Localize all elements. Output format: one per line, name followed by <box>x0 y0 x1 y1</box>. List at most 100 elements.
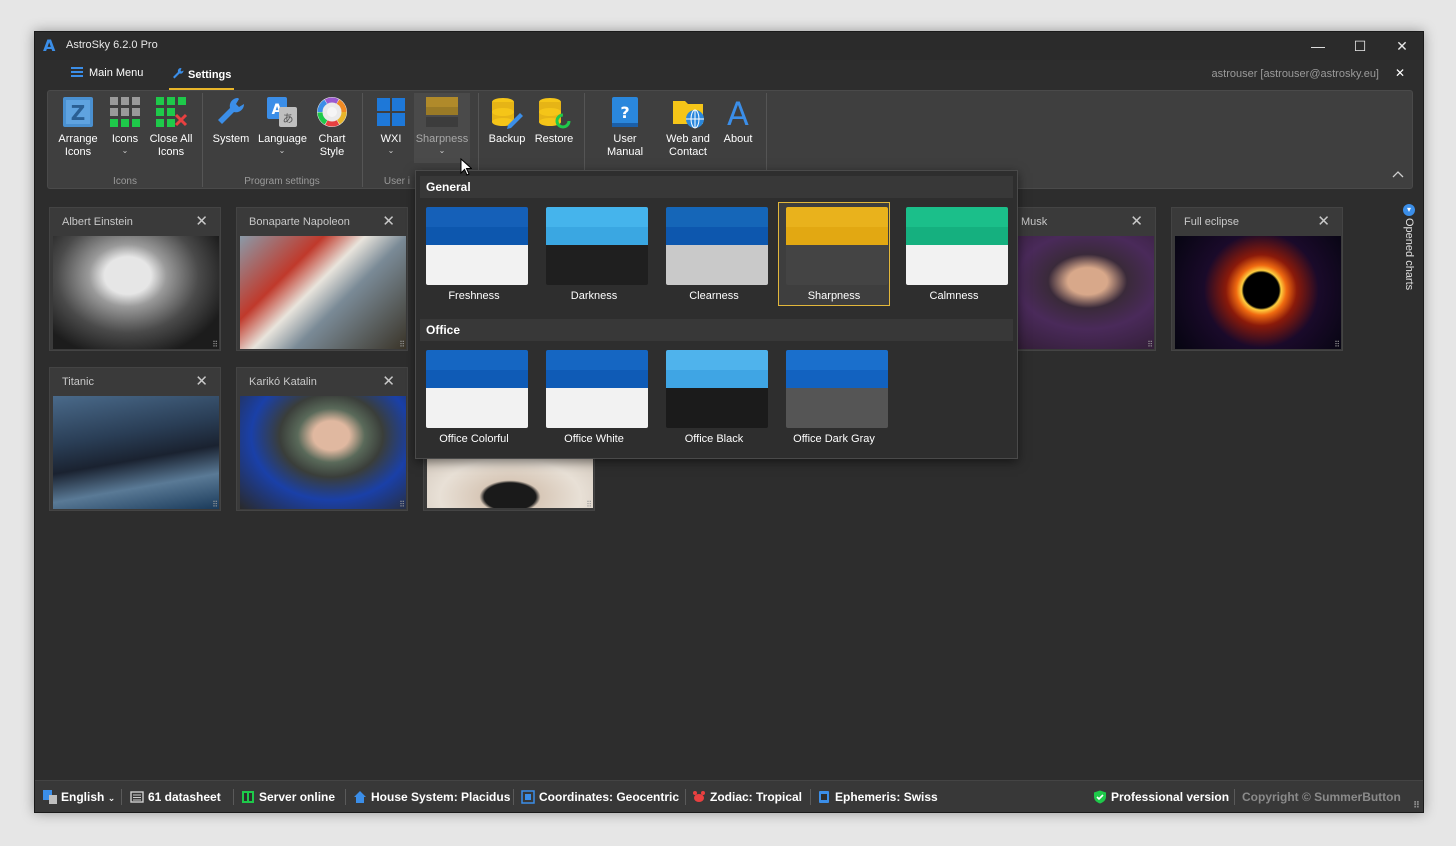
about-button[interactable]: A About <box>720 95 756 146</box>
restore-button[interactable]: Restore <box>534 95 574 146</box>
user-close-button[interactable]: ✕ <box>1395 66 1405 80</box>
swatch-band <box>666 227 768 245</box>
theme-swatch <box>426 350 528 428</box>
arrange-icons-button[interactable]: Z Arrange Icons <box>56 95 100 159</box>
user-manual-button[interactable]: ? User Manual <box>594 95 656 159</box>
theme-option-freshness[interactable]: Freshness <box>418 202 530 306</box>
chart-card-titanic[interactable]: Titanic ✕ ⠿ <box>49 367 221 511</box>
grid-icon <box>108 95 142 129</box>
svg-text:A: A <box>727 95 749 129</box>
close-icon[interactable]: ✕ <box>195 212 208 230</box>
resize-grip-icon[interactable]: ⠿ <box>1413 800 1420 811</box>
resize-grip-icon[interactable]: ⠿ <box>1334 340 1340 349</box>
office-section-header: Office <box>420 319 1013 341</box>
sharpness-button[interactable]: Sharpness ⌄ <box>414 93 470 163</box>
resize-grip-icon[interactable]: ⠿ <box>212 340 218 349</box>
theme-option-sharpness[interactable]: Sharpness <box>778 202 890 306</box>
chart-card-hidden[interactable]: ⠿ <box>423 452 595 511</box>
resize-grip-icon[interactable]: ⠿ <box>212 500 218 509</box>
server-icon <box>242 791 254 803</box>
about-label: About <box>723 133 753 145</box>
theme-swatch <box>546 207 648 285</box>
theme-label: Office Black <box>684 433 744 445</box>
backup-button[interactable]: Backup <box>488 95 526 146</box>
database-restore-icon <box>537 95 571 129</box>
zodiac-system[interactable]: Zodiac: Tropical <box>692 790 802 804</box>
theme-swatch <box>546 350 648 428</box>
copyright-label: Copyright © SummerButton <box>1242 790 1401 804</box>
chart-card-kariko[interactable]: Karikó Katalin ✕ ⠿ <box>236 367 408 511</box>
chevron-down-icon: ⌄ <box>438 146 446 155</box>
ribbon-separator <box>202 93 203 187</box>
language-button[interactable]: Aあ Language ⌄ <box>258 95 307 156</box>
theme-option-office-black[interactable]: Office Black <box>658 345 770 449</box>
swatch-band <box>666 370 768 388</box>
web-contact-label: Web and Contact <box>666 133 710 158</box>
theme-label: Office Colorful <box>439 433 509 445</box>
collapse-ribbon-icon[interactable] <box>1392 167 1404 181</box>
tab-settings[interactable]: Settings <box>168 67 235 90</box>
system-label: System <box>212 133 250 145</box>
minimize-button[interactable]: — <box>1297 32 1339 60</box>
chart-card-full-eclipse[interactable]: Full eclipse ✕ ⠿ <box>1171 207 1343 351</box>
tab-main-menu[interactable]: Main Menu <box>71 67 143 89</box>
swatch-band <box>546 245 648 285</box>
chevron-down-icon: ⌄ <box>121 146 129 155</box>
close-window-button[interactable]: ✕ <box>1381 32 1423 60</box>
close-all-icons-button[interactable]: Close All Icons <box>148 95 194 159</box>
swatch-band <box>906 207 1008 227</box>
user-account-label[interactable]: astrouser [astrouser@astrosky.eu] <box>1212 68 1379 80</box>
theme-option-calmness[interactable]: Calmness <box>898 202 1010 306</box>
card-title: Bonaparte Napoleon <box>249 216 350 228</box>
theme-option-office-white[interactable]: Office White <box>538 345 650 449</box>
theme-option-darkness[interactable]: Darkness <box>538 202 650 306</box>
chart-style-button[interactable]: Chart Style <box>312 95 352 159</box>
language-selector[interactable]: English ⌄ <box>43 790 115 804</box>
house-system[interactable]: House System: Placidus <box>353 790 510 804</box>
icons-button[interactable]: Icons ⌄ <box>108 95 142 156</box>
status-separator <box>121 789 122 805</box>
language-icon: Aあ <box>265 95 299 129</box>
chart-card-napoleon[interactable]: Bonaparte Napoleon ✕ ⠿ <box>236 207 408 351</box>
swatch-band <box>786 370 888 388</box>
theme-label: Freshness <box>448 290 500 302</box>
resize-grip-icon[interactable]: ⠿ <box>399 340 405 349</box>
maximize-button[interactable]: ☐ <box>1339 32 1381 60</box>
status-separator <box>513 789 514 805</box>
theme-label: Darkness <box>570 290 618 302</box>
close-all-icons-label: Close All Icons <box>149 133 193 158</box>
chart-card-einstein[interactable]: Albert Einstein ✕ ⠿ <box>49 207 221 351</box>
close-icon[interactable]: ✕ <box>1317 212 1330 230</box>
swatch-band <box>906 245 1008 285</box>
resize-grip-icon[interactable]: ⠿ <box>399 500 405 509</box>
close-icon[interactable]: ✕ <box>382 372 395 390</box>
resize-grip-icon[interactable]: ⠿ <box>586 500 592 509</box>
system-button[interactable]: System <box>212 95 250 146</box>
eclipse-image <box>1175 236 1341 349</box>
web-contact-button[interactable]: Web and Contact <box>662 95 714 159</box>
opened-charts-tab[interactable]: ▾ Opened charts <box>1399 204 1419 304</box>
datasheet-label: 61 datasheet <box>148 790 221 804</box>
wxi-button[interactable]: WXI ⌄ <box>374 95 408 156</box>
theme-option-office-colorful[interactable]: Office Colorful <box>418 345 530 449</box>
theme-label: Clearness <box>689 290 739 302</box>
swatch-band <box>666 388 768 428</box>
swatch-band <box>786 350 888 370</box>
ephemeris-system[interactable]: Ephemeris: Swiss <box>817 790 938 804</box>
close-icon[interactable]: ✕ <box>1130 212 1143 230</box>
user-manual-label: User Manual <box>606 133 644 158</box>
theme-option-clearness[interactable]: Clearness <box>658 202 770 306</box>
about-logo-icon: A <box>721 95 755 133</box>
app-title: AstroSky 6.2.0 Pro <box>66 39 158 51</box>
swatch-band <box>666 207 768 227</box>
close-grid-icon <box>154 95 188 129</box>
group-label-program-settings: Program settings <box>244 176 320 187</box>
general-section-header: General <box>420 176 1013 198</box>
close-icon[interactable]: ✕ <box>382 212 395 230</box>
theme-option-office-dark-gray[interactable]: Office Dark Gray <box>778 345 890 449</box>
resize-grip-icon[interactable]: ⠿ <box>1147 340 1153 349</box>
close-icon[interactable]: ✕ <box>195 372 208 390</box>
group-label-user-interface: User i <box>383 176 410 187</box>
swatch-band <box>426 227 528 245</box>
coordinates-system[interactable]: Coordinates: Geocentric <box>521 790 679 804</box>
